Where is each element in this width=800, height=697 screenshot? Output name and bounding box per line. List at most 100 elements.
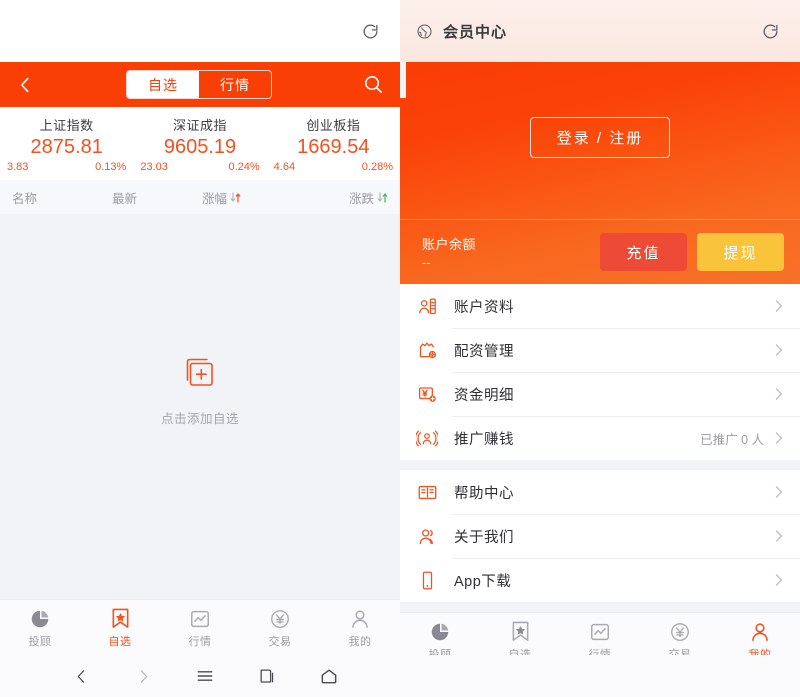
recharge-button[interactable]: 充值 [600, 233, 687, 271]
chevron-right-icon [772, 528, 786, 544]
left-panel: 自选 行情 上证指数 2875.81 3.83 0.13% 深证成指 9605.… [0, 0, 400, 655]
nav-home-icon[interactable] [312, 662, 346, 690]
menu-item-funds-detail[interactable]: 资金明细 [400, 372, 800, 416]
index-sub: 4.64 0.28% [267, 161, 400, 173]
index-name: 深证成指 [172, 118, 227, 133]
menu-item-help-center[interactable]: 帮助中心 [400, 470, 800, 514]
menu-group-account: 账户资料 配资管理 资金明细 推广赚钱 已推广 0 人 [400, 284, 800, 460]
tab-label: 我的 [348, 636, 372, 648]
index-percent: 0.28% [361, 161, 393, 173]
balance-label: 账户余额 [422, 237, 477, 252]
tab-label: 交易 [668, 649, 692, 655]
account-balance-bar: 账户余额 -- 充值 提现 [400, 219, 800, 284]
tab-jiaoyi[interactable]: 交易 [240, 606, 320, 649]
chevron-right-icon [772, 484, 786, 500]
balance-texts: 账户余额 -- [422, 234, 590, 270]
menu-item-label: App下载 [454, 573, 512, 590]
index-card[interactable]: 深证成指 9605.19 23.03 0.24% [133, 115, 266, 173]
system-navigation-bar [0, 655, 800, 697]
person-icon [749, 619, 771, 643]
tab-wode[interactable]: 我的 [720, 619, 800, 655]
nav-back-icon[interactable] [64, 662, 98, 690]
promote-icon [416, 428, 438, 449]
login-register-button[interactable]: 登录 / 注册 [529, 117, 671, 158]
column-header-name[interactable]: 名称 [12, 188, 112, 207]
quote-chart-icon [189, 606, 211, 630]
left-app: 自选 行情 上证指数 2875.81 3.83 0.13% 深证成指 9605.… [0, 62, 400, 655]
tab-label: 投顾 [28, 636, 52, 648]
nav-forward-icon[interactable] [126, 662, 160, 690]
dual-panel-container: 自选 行情 上证指数 2875.81 3.83 0.13% 深证成指 9605.… [0, 0, 800, 655]
add-document-icon[interactable] [183, 357, 217, 398]
tab-zixuan[interactable]: 自选 [480, 619, 560, 655]
menu-item-funding-management[interactable]: 配资管理 [400, 328, 800, 372]
right-app: 登录 / 注册 账户余额 -- 充值 提现 账户资料 配资管理 资金明细 推广赚… [400, 62, 800, 655]
hero-body: 登录 / 注册 [400, 62, 800, 219]
account-card-icon [416, 296, 438, 317]
left-browser-chrome [0, 0, 400, 62]
index-change: 23.03 [140, 161, 168, 173]
globe-icon [416, 23, 433, 40]
menu-item-promote-earn[interactable]: 推广赚钱 已推广 0 人 [400, 416, 800, 460]
segmented-control: 自选 行情 [36, 70, 362, 99]
index-change: 4.64 [273, 161, 296, 173]
left-tabbar: 投顾 自选 行情 交易 我的 [0, 599, 400, 655]
pie-chart-icon [29, 606, 51, 630]
index-card[interactable]: 上证指数 2875.81 3.83 0.13% [0, 115, 133, 173]
chevron-left-icon[interactable] [14, 74, 36, 96]
index-card[interactable]: 创业板指 1669.54 4.64 0.28% [267, 115, 400, 173]
tab-label: 投顾 [428, 649, 452, 655]
menu-item-label: 帮助中心 [454, 485, 514, 502]
sort-arrows-icon[interactable] [230, 191, 241, 204]
search-icon[interactable] [362, 73, 386, 97]
tab-hangqing[interactable]: 行情 [160, 606, 240, 649]
index-percent: 0.13% [95, 161, 127, 173]
right-panel: 会员中心 登录 / 注册 账户余额 -- 充值 提现 账户资料 配资管理 资金明… [400, 0, 800, 655]
yuan-circle-icon [269, 606, 291, 630]
menu-item-account-profile[interactable]: 账户资料 [400, 284, 800, 328]
bookmark-star-icon [110, 606, 131, 630]
tab-jiaoyi[interactable]: 交易 [640, 619, 720, 655]
index-summary-bar: 上证指数 2875.81 3.83 0.13% 深证成指 9605.19 23.… [0, 107, 400, 180]
column-label: 涨跌 [348, 191, 374, 206]
empty-state-label: 点击添加自选 [160, 411, 239, 426]
page-title: 会员中心 [443, 23, 508, 41]
column-header-change-amt[interactable]: 涨跌 [297, 188, 388, 207]
chevron-right-icon [772, 298, 786, 314]
index-name: 创业板指 [306, 118, 361, 133]
tab-tougu[interactable]: 投顾 [0, 606, 80, 649]
segment-group: 自选 行情 [126, 70, 272, 99]
watchlist-empty-state[interactable]: 点击添加自选 [0, 214, 400, 599]
tab-hangqing[interactable]: 行情 [199, 71, 271, 98]
tab-wode[interactable]: 我的 [320, 606, 400, 649]
menu-item-about-us[interactable]: 关于我们 [400, 514, 800, 558]
index-value: 9605.19 [163, 136, 237, 158]
reload-icon[interactable] [356, 17, 384, 45]
tab-hangqing[interactable]: 行情 [560, 619, 640, 655]
tab-zixuan[interactable]: 自选 [127, 71, 199, 98]
nav-tabs-icon[interactable] [250, 662, 284, 690]
menu-item-label: 关于我们 [454, 529, 514, 546]
tab-tougu[interactable]: 投顾 [400, 619, 480, 655]
sort-arrows-icon[interactable] [377, 191, 388, 204]
watchlist-table-header: 名称 最新 涨幅 涨跌 [0, 180, 400, 214]
page-title-group: 会员中心 [416, 21, 507, 42]
column-label: 涨幅 [202, 191, 228, 206]
index-percent: 0.24% [228, 161, 260, 173]
menu-item-app-download[interactable]: App下载 [400, 558, 800, 602]
index-sub: 23.03 0.24% [133, 161, 266, 173]
tab-zixuan[interactable]: 自选 [80, 606, 160, 649]
index-name: 上证指数 [39, 118, 94, 133]
tab-label: 自选 [508, 649, 532, 655]
phone-icon [416, 570, 438, 591]
index-value: 2875.81 [30, 136, 103, 158]
column-header-latest[interactable]: 最新 [112, 188, 202, 207]
quote-chart-icon [589, 619, 611, 643]
menu-item-label: 账户资料 [454, 299, 514, 316]
withdraw-button[interactable]: 提现 [697, 233, 784, 271]
reload-icon[interactable] [756, 17, 784, 45]
menu-item-label: 推广赚钱 [454, 431, 514, 448]
member-hero: 登录 / 注册 账户余额 -- 充值 提现 [400, 62, 800, 284]
column-header-change-pct[interactable]: 涨幅 [202, 188, 297, 207]
nav-menu-icon[interactable] [188, 662, 222, 690]
